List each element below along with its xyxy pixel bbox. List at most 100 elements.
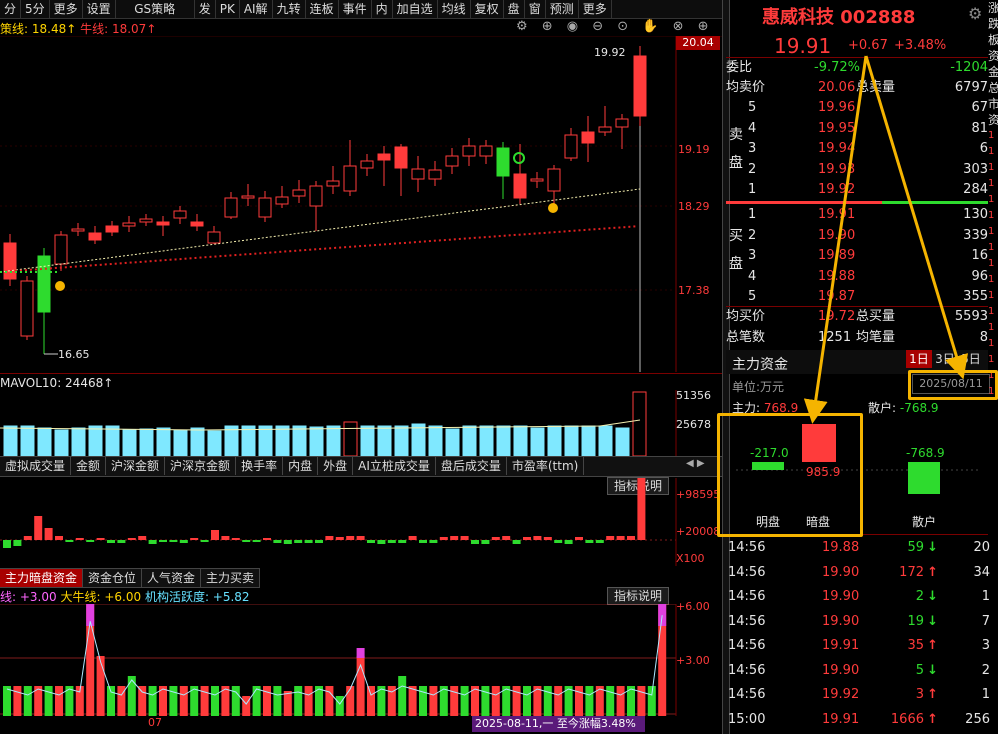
indicator-tab[interactable]: 内盘	[283, 457, 319, 475]
toolbar-item[interactable]: 5分	[21, 0, 50, 18]
tick-price: 19.90	[822, 564, 860, 580]
strip-char: 1	[988, 130, 995, 141]
toolbar-item[interactable]: 事件	[339, 0, 372, 18]
indicator-tab[interactable]: AI立桩成交量	[353, 457, 436, 475]
strip-char: 跌	[988, 17, 998, 31]
dark-pool-bar	[304, 686, 313, 716]
stock-name: 惠威科技	[762, 7, 834, 28]
strip-char: 1	[988, 178, 995, 189]
indicator-bar	[585, 540, 594, 543]
sell-level-row: 4 19.95 81	[726, 119, 988, 138]
dark-pool-bar	[606, 686, 615, 716]
indicator-tab[interactable]: 沪深金额	[106, 457, 166, 475]
tick-row: 14:56 19.90 5 ↓ 2	[728, 659, 990, 682]
volume-bar	[241, 425, 256, 456]
toolbar-item[interactable]: 均线	[438, 0, 471, 18]
strip-char: 1	[988, 354, 995, 365]
stock-code: 002888	[840, 7, 916, 28]
indicator-bar	[595, 540, 604, 543]
dark-pool-bar	[242, 696, 251, 716]
price-axis-top: 20.04	[676, 36, 720, 50]
candle-body	[411, 168, 425, 180]
dark-pool-bar	[273, 686, 282, 716]
volume-bar	[547, 425, 562, 456]
candle-body	[54, 234, 68, 265]
indicator-tab[interactable]: 金额	[71, 457, 107, 475]
volume-bar	[411, 423, 426, 456]
candle-body	[360, 160, 374, 169]
buy-level-row: 1 19.91 130	[726, 205, 988, 224]
indicator-help-button-2[interactable]: 指标说明	[607, 587, 669, 605]
strip-char: 1	[988, 242, 995, 253]
indicator-bar	[408, 536, 417, 540]
gear-icon[interactable]: ⚙	[968, 4, 982, 23]
indicator-bar	[387, 540, 396, 543]
toolbar-item[interactable]: 发	[195, 0, 216, 18]
bottom-tab[interactable]: 主力暗盘资金	[0, 569, 84, 587]
indicator-tab[interactable]: 外盘	[318, 457, 354, 475]
tab-scroll-arrows[interactable]: ◀ ▶	[686, 458, 720, 472]
tick-row: 14:56 19.90 2 ↓ 1	[728, 585, 990, 608]
toolbar-item[interactable]: 更多	[50, 0, 83, 18]
toolbar-item[interactable]: 复权	[471, 0, 504, 18]
volume-bar	[513, 425, 528, 456]
toolbar-item[interactable]: 九转	[273, 0, 306, 18]
toolbar-item[interactable]: 盘	[504, 0, 525, 18]
tick-volume: 59	[907, 540, 924, 555]
level-volume: 16	[971, 248, 988, 263]
toolbar-item[interactable]: 窗	[525, 0, 546, 18]
toolbar-item[interactable]: GS策略	[116, 0, 195, 18]
chart-tool-icons[interactable]: ⚙ ⊕ ◉ ⊖ ⊙ ✋ ⊗ ⊕	[516, 19, 714, 34]
toolbar-item[interactable]: 设置	[83, 0, 116, 18]
indicator-tab[interactable]: 换手率	[236, 457, 284, 475]
tick-count: 256	[965, 711, 990, 727]
indicator-tab[interactable]: 沪深京金额	[165, 457, 237, 475]
indicator-tab[interactable]: 市盈率(ttm)	[507, 457, 585, 475]
bottom-tab[interactable]: 资金仓位	[83, 569, 143, 587]
period-1d[interactable]: 1日	[906, 350, 932, 368]
toolbar-item[interactable]: 加自选	[393, 0, 438, 18]
indicator-tab[interactable]: 虚拟成交量	[0, 457, 72, 475]
sell-strength-bar	[726, 201, 882, 204]
strip-char: 1	[988, 194, 995, 205]
toolbar-item[interactable]: 更多	[579, 0, 612, 18]
retail-bar	[908, 462, 940, 494]
level-number: 2	[748, 227, 757, 243]
current-price: 19.91	[774, 34, 832, 58]
bottom-legend-c: 机构活跃度: +5.82	[144, 590, 250, 604]
toolbar-item[interactable]: 分	[0, 0, 22, 18]
candle-body	[615, 118, 629, 128]
total-sell-value: 6797	[954, 80, 988, 95]
arrow-down-icon: ↓	[927, 540, 938, 555]
bottom-tab[interactable]: 主力买卖	[201, 569, 261, 587]
bottom-legend-b: 大牛线: +6.00	[60, 590, 142, 604]
dark-pool-bar	[491, 686, 500, 716]
tick-price: 19.91	[822, 711, 860, 727]
candlestick-chart[interactable]	[0, 36, 722, 372]
indicator-chart[interactable]	[0, 478, 722, 566]
indicator-bar	[325, 536, 334, 540]
level-volume: 339	[963, 227, 988, 243]
avg-trade-value: 8	[979, 330, 988, 345]
dark-pool-chart[interactable]	[0, 604, 722, 716]
toolbar-item[interactable]: 内	[372, 0, 393, 18]
arrow-up-icon: ↑	[927, 687, 938, 702]
candle-body	[88, 232, 102, 241]
candle-body	[105, 225, 119, 233]
indicator-bar	[148, 540, 157, 544]
indicator-tab[interactable]: 盘后成交量	[436, 457, 507, 475]
trades-row: 总笔数 1251 均笔量 8	[726, 328, 988, 347]
indicator-bar	[481, 540, 490, 544]
toolbar-item[interactable]: 预测	[546, 0, 579, 18]
bottom-tab[interactable]: 人气资金	[142, 569, 202, 587]
retail-label: 散户:	[868, 401, 897, 415]
period-5d[interactable]: 5日	[958, 350, 984, 368]
toolbar-item[interactable]: PK	[216, 0, 240, 18]
tick-row: 14:56 19.90 19 ↓ 7	[728, 610, 990, 633]
toolbar-item[interactable]: 连板	[306, 0, 339, 18]
volume-chart[interactable]	[0, 390, 722, 456]
toolbar-item[interactable]: AI解	[240, 0, 273, 18]
period-3d[interactable]: 3日	[932, 350, 958, 368]
low-price-label: 16.65	[58, 348, 90, 361]
indicator-bar	[575, 537, 583, 540]
